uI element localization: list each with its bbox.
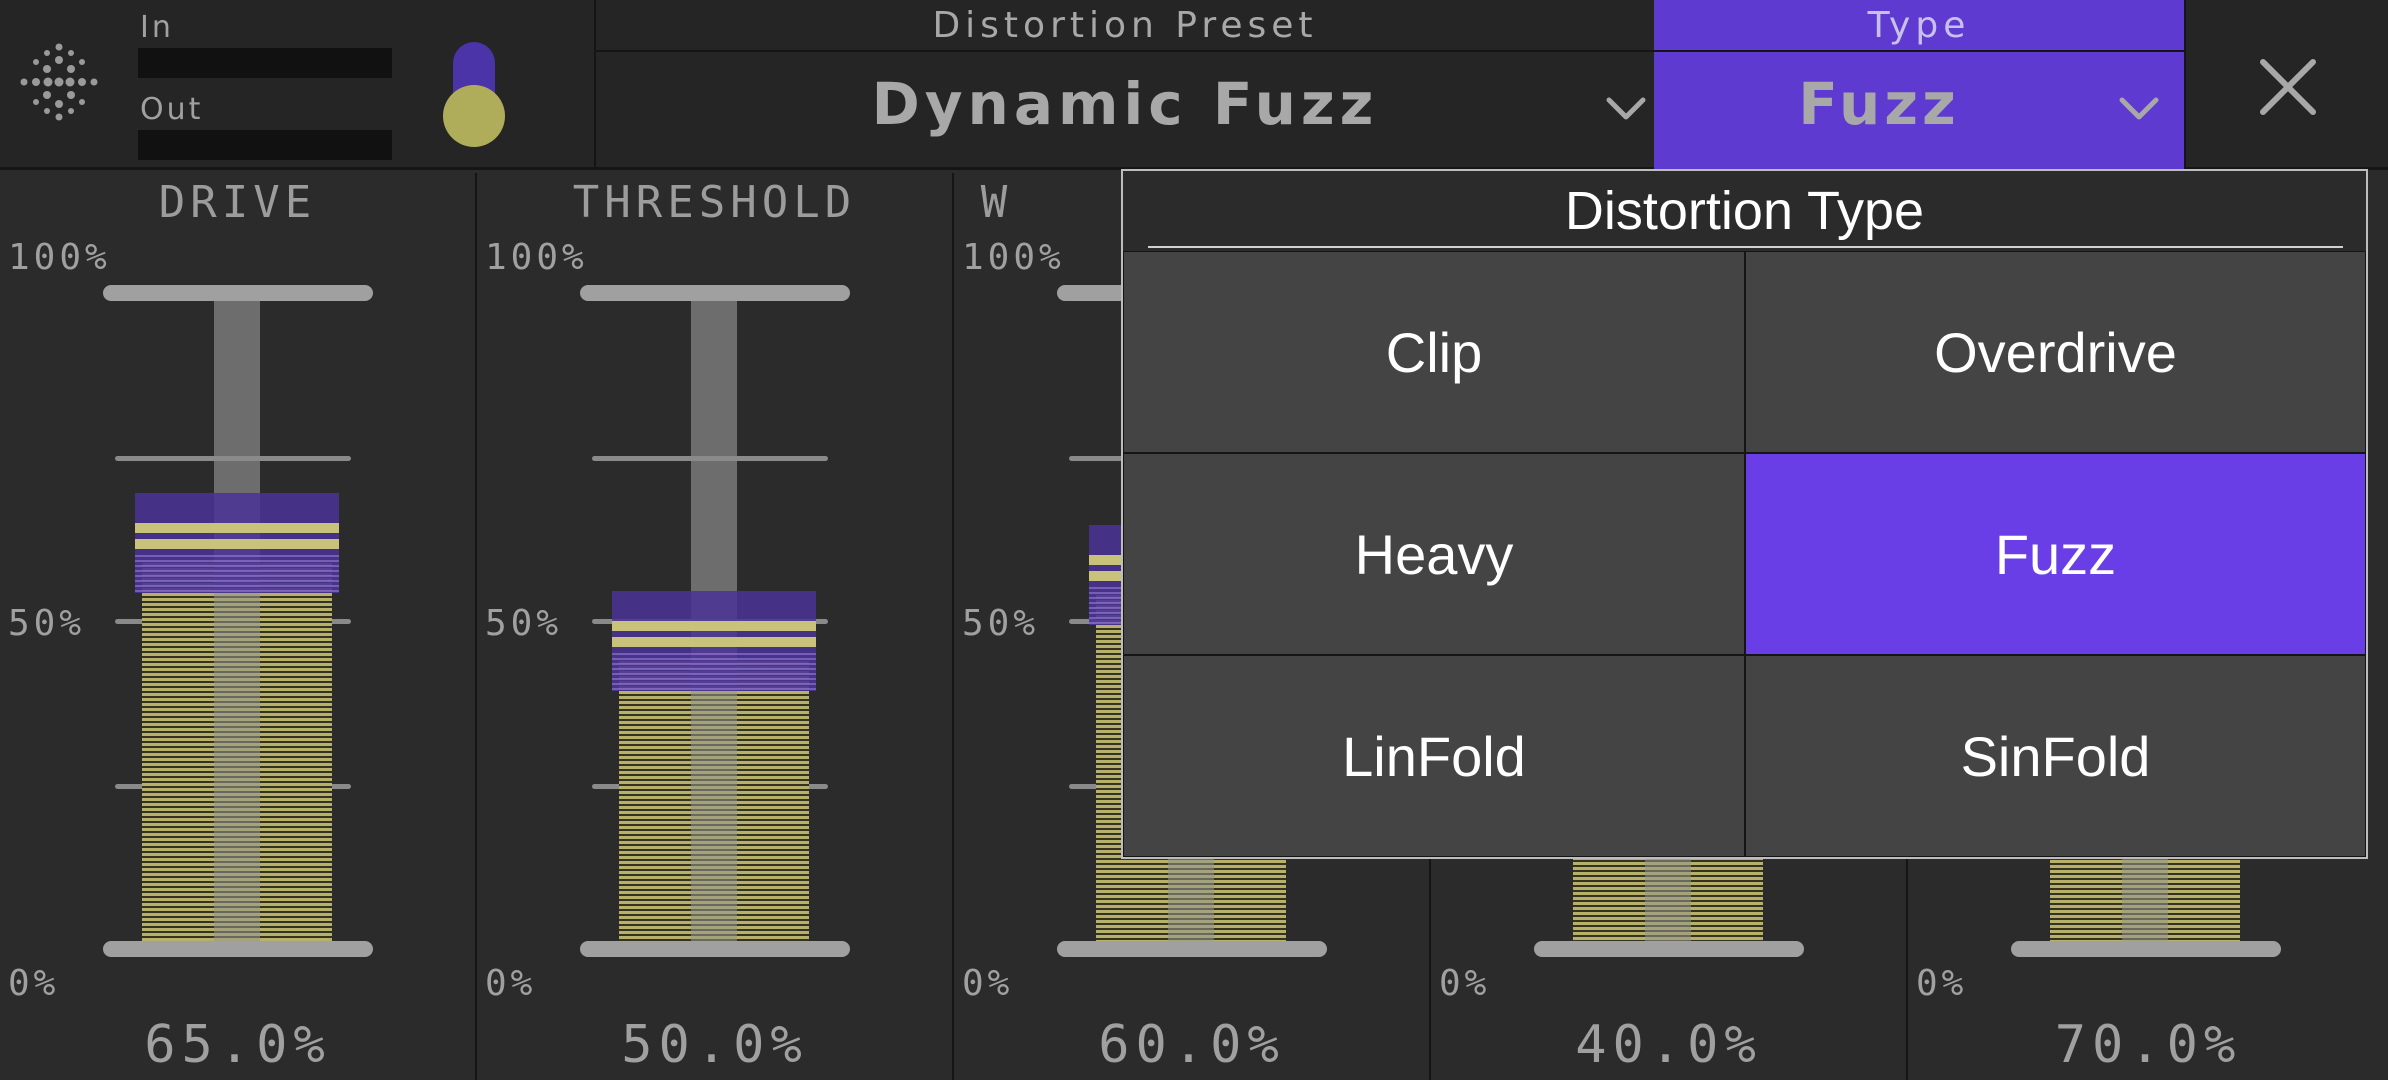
scale-min-label: 0% [485, 963, 537, 1004]
close-icon [2260, 59, 2316, 115]
tick-mark [592, 456, 828, 461]
slider-drive[interactable]: DRIVE 100% 50% 0% 65.0% [0, 173, 477, 1080]
option-sinfold[interactable]: SinFold [1745, 655, 2366, 857]
scale-max-label: 100% [8, 237, 111, 278]
popup-title: Distortion Type [1564, 181, 1925, 241]
option-grid: Clip Overdrive Heavy Fuzz LinFold SinFol… [1123, 251, 2366, 857]
scale-min-label: 0% [1916, 963, 1968, 1004]
rail-bottom [103, 941, 373, 957]
bypass-toggle[interactable] [443, 40, 505, 150]
type-selector[interactable]: Type Fuzz [1654, 0, 2184, 170]
input-level-meter [138, 48, 392, 78]
scale-max-label: 100% [962, 237, 1065, 278]
chevron-down-icon [1606, 97, 1646, 120]
dot-grid-logo-icon[interactable] [12, 35, 107, 130]
option-linfold[interactable]: LinFold [1123, 655, 1745, 857]
output-meter-label: Out [140, 92, 204, 127]
option-clip[interactable]: Clip [1123, 251, 1745, 453]
scale-mid-label: 50% [962, 603, 1040, 644]
slider-handle[interactable] [135, 492, 339, 593]
close-button[interactable] [2184, 0, 2388, 170]
slider-fill-stem [214, 562, 260, 941]
scale-min-label: 0% [1439, 963, 1491, 1004]
output-level-meter [138, 130, 392, 160]
scale-mid-label: 50% [8, 603, 86, 644]
scale-mid-label: 50% [485, 603, 563, 644]
slider-value: 60.0% [1098, 1015, 1285, 1075]
rail-bottom [1534, 941, 1804, 957]
preset-label: Distortion Preset [596, 0, 1654, 52]
scale-min-label: 0% [8, 963, 60, 1004]
option-heavy[interactable]: Heavy [1123, 453, 1745, 655]
rail-bottom [580, 941, 850, 957]
distortion-type-popup: Distortion Type Clip Overdrive Heavy Fuz… [1121, 169, 2368, 859]
slider-value: 40.0% [1575, 1015, 1762, 1075]
rail-top [103, 285, 373, 301]
rail-bottom [1057, 941, 1327, 957]
slider-fill-stem [691, 661, 737, 941]
slider-threshold[interactable]: THRESHOLD 100% 50% 0% 50.0% [477, 173, 954, 1080]
tick-mark [115, 456, 351, 461]
preset-selector[interactable]: Distortion Preset Dynamic Fuzz [594, 0, 1654, 170]
option-overdrive[interactable]: Overdrive [1745, 251, 2366, 453]
scale-max-label: 100% [485, 237, 588, 278]
slider-value: 50.0% [621, 1015, 808, 1075]
preset-value: Dynamic Fuzz [871, 70, 1379, 138]
type-value: Fuzz [1798, 70, 1960, 138]
scale-min-label: 0% [962, 963, 1014, 1004]
chevron-down-icon [2119, 97, 2159, 120]
slider-handle[interactable] [612, 591, 816, 691]
top-bar: In Out Distortion Preset Dynamic Fuzz Ty… [0, 0, 2388, 170]
slider-value: 65.0% [144, 1015, 331, 1075]
input-meter-label: In [140, 10, 174, 45]
title-divider [1148, 246, 2343, 248]
type-label: Type [1654, 0, 2184, 52]
rail-bottom [2011, 941, 2281, 957]
option-fuzz[interactable]: Fuzz [1745, 453, 2366, 655]
slider-name: DRIVE [158, 177, 317, 228]
rail-top [580, 285, 850, 301]
slider-value: 70.0% [2054, 1015, 2242, 1075]
toggle-knob [443, 85, 505, 147]
